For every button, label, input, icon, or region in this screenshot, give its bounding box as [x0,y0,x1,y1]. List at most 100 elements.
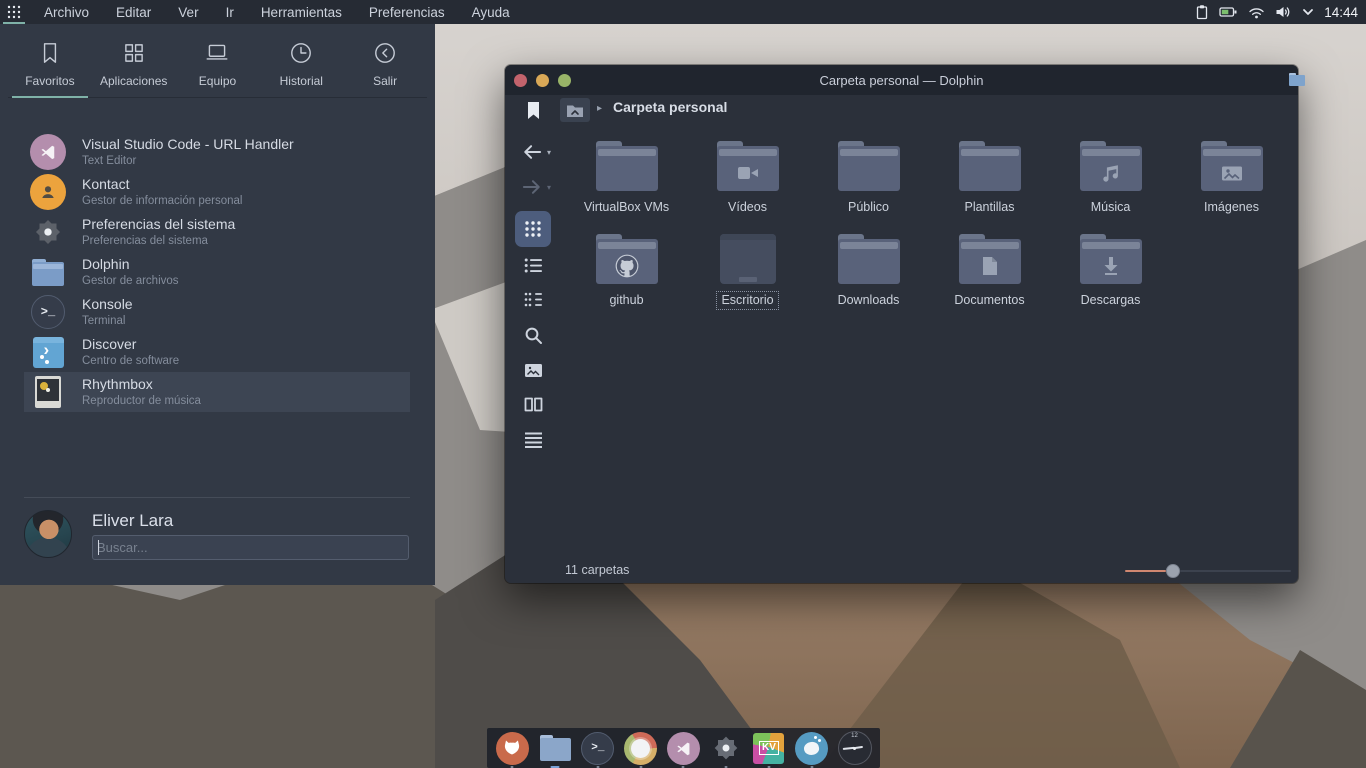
system-settings-icon [710,732,742,764]
folder-label: Downloads [834,292,904,309]
global-menu: Archivo Editar Ver Ir Herramientas Prefe… [44,5,510,20]
app-name: Preferencias del sistema [82,216,235,234]
tab-favoritos[interactable]: Favoritos [8,30,92,97]
wifi-icon[interactable] [1248,6,1265,19]
dock-item-firefox[interactable] [495,731,529,765]
tab-salir[interactable]: Salir [343,30,427,97]
user-avatar[interactable] [24,510,72,558]
apps-grid-icon [121,40,147,66]
app-item-kontact[interactable]: KontactGestor de información personal [24,172,410,212]
app-item-konsole[interactable]: >_ KonsoleTerminal [24,292,410,332]
dock-item-file-manager[interactable] [538,731,572,765]
split-view-icon[interactable] [524,396,543,413]
file-manager-icon [540,735,571,761]
back-icon[interactable] [521,143,543,161]
forward-icon[interactable] [521,178,543,196]
app-name: Rhythmbox [82,376,201,394]
breadcrumb-home-button[interactable] [560,98,590,122]
list-view-icon[interactable] [524,257,543,274]
dolphin-window: Carpeta personal — Dolphin ▸ Carpeta per… [505,65,1298,583]
clock-widget: 12 [838,731,872,765]
folder-documentos[interactable]: Documentos [929,228,1050,321]
dock-item-vscode[interactable] [666,731,700,765]
search-icon[interactable] [524,326,543,345]
folder-label: VirtualBox VMs [580,199,673,216]
minimize-button[interactable] [536,74,549,87]
kvantum-icon: KV [753,733,784,764]
menu-ver[interactable]: Ver [178,5,198,20]
menu-ir[interactable]: Ir [226,5,234,20]
dock-item-konsole[interactable]: >_ [581,731,615,765]
folder-label: Música [1087,199,1135,216]
folder-downloads[interactable]: Downloads [808,228,929,321]
clipboard-icon[interactable] [1195,4,1209,20]
folder-musica[interactable]: Música [1050,135,1171,228]
search-input[interactable] [93,540,408,555]
panel-divider [24,497,410,498]
github-folder-icon [596,234,658,284]
folder-publico[interactable]: Público [808,135,929,228]
chromium-icon [624,732,657,765]
battery-icon[interactable] [1219,5,1238,19]
dock-item-kvantum[interactable]: KV [752,731,786,765]
menu-preferencias[interactable]: Preferencias [369,5,445,20]
icons-view-button[interactable] [515,211,551,247]
tab-aplicaciones[interactable]: Aplicaciones [92,30,176,97]
dock-item-clock[interactable]: 12 [838,731,872,765]
text-cursor [98,540,99,555]
dock-item-system-settings[interactable] [709,731,743,765]
dock-item-chromium[interactable] [624,731,658,765]
menu-archivo[interactable]: Archivo [44,5,89,20]
app-item-rhythmbox[interactable]: RhythmboxReproductor de música [24,372,410,412]
launcher-tabs: Favoritos Aplicaciones Equipo Historial [8,30,427,98]
app-item-vscode[interactable]: Visual Studio Code - URL HandlerText Edi… [24,132,410,172]
menu-ayuda[interactable]: Ayuda [472,5,510,20]
zoom-slider-handle[interactable] [1166,564,1180,578]
folder-descargas[interactable]: Descargas [1050,228,1171,321]
folder-virtualbox-vms[interactable]: VirtualBox VMs [566,135,687,228]
back-dropdown-icon[interactable]: ▾ [547,148,551,157]
downloads-folder-icon [1080,234,1142,284]
app-description: Reproductor de música [82,394,201,408]
volume-icon[interactable] [1275,5,1292,19]
compact-view-icon[interactable] [524,291,543,308]
home-folder-icon [566,103,584,118]
menu-herramientas[interactable]: Herramientas [261,5,342,20]
app-item-dolphin[interactable]: DolphinGestor de archivos [24,252,410,292]
app-launcher-button[interactable] [0,0,28,24]
forward-dropdown-icon[interactable]: ▾ [547,183,551,192]
folder-imagenes[interactable]: Imágenes [1171,135,1292,228]
close-button[interactable] [514,74,527,87]
app-description: Text Editor [82,154,294,168]
desktop-folder-icon [720,234,776,284]
system-tray: 14:44 [1195,4,1358,20]
places-bookmark-icon[interactable] [526,101,541,120]
titlebar[interactable]: Carpeta personal — Dolphin [505,65,1298,95]
images-folder-icon [1201,141,1263,191]
folder-plantillas[interactable]: Plantillas [929,135,1050,228]
folder-escritorio[interactable]: Escritorio [687,228,808,321]
app-item-discover[interactable]: › DiscoverCentro de software [24,332,410,372]
app-description: Preferencias del sistema [82,234,235,248]
vscode-icon [30,134,66,170]
app-launcher-panel: Favoritos Aplicaciones Equipo Historial [0,24,435,585]
app-item-system-settings[interactable]: Preferencias del sistemaPreferencias del… [24,212,410,252]
folder-github[interactable]: github [566,228,687,321]
maximize-button[interactable] [558,74,571,87]
folder-videos[interactable]: Vídeos [687,135,808,228]
breadcrumb-location[interactable]: Carpeta personal [613,99,727,115]
preview-icon[interactable] [524,362,543,379]
konsole-icon: >_ [30,294,66,330]
system-settings-icon [30,214,66,250]
tab-equipo[interactable]: Equipo [176,30,260,97]
menu-icon[interactable] [524,431,543,448]
tab-historial[interactable]: Historial [259,30,343,97]
menu-editar[interactable]: Editar [116,5,151,20]
folder-icon [838,141,900,191]
clock[interactable]: 14:44 [1324,5,1358,20]
dolphin-icon [30,254,66,290]
tab-label: Salir [373,74,397,88]
dock-item-blue-app[interactable] [795,731,829,765]
zoom-slider-track[interactable] [1180,570,1291,572]
chevron-down-icon[interactable] [1302,8,1314,16]
